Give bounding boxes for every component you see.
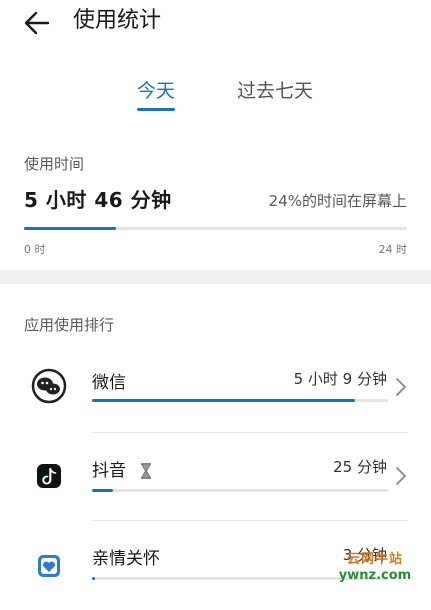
chevron-right-icon [396,467,406,485]
app-usage-fill [92,399,356,402]
row-divider [92,520,408,521]
app-name: 亲情关怀 [92,549,160,569]
tab-past-seven-days[interactable]: 过去七天 [237,78,313,104]
app-usage-time: 5 小时 9 分钟 [293,370,387,388]
tab-indicator [137,108,175,111]
app-usage-track [92,399,388,402]
section-divider [0,270,431,284]
app-usage-fill [92,577,95,580]
family-care-icon [38,555,60,577]
page-title: 使用统计 [73,8,162,33]
ranking-section-label: 应用使用排行 [24,316,115,334]
tab-today[interactable]: 今天 [137,78,175,104]
app-bar: 使用统计 [0,0,431,44]
total-usage-time: 5 小时 46 分钟 [24,188,172,212]
hourglass-icon [141,463,152,479]
screen-time-percent: 24%的时间在屏幕上 [268,192,407,210]
app-name: 抖音 [92,461,126,481]
app-usage-time: 3 分钟 [342,546,387,564]
app-name: 微信 [92,373,126,393]
app-usage-time: 25 分钟 [333,458,387,476]
app-row-family-care[interactable]: 亲情关怀 3 分钟 [0,524,431,610]
back-arrow-icon[interactable] [24,10,50,36]
douyin-icon [37,464,61,488]
axis-end-label: 24 时 [378,243,408,256]
app-usage-fill [92,489,113,492]
usage-progress-fill [24,227,116,230]
axis-start-label: 0 时 [24,243,46,256]
app-usage-track [92,577,388,580]
app-row-douyin[interactable]: 抖音 25 分钟 [0,436,431,522]
app-name-with-limit: 抖音 [92,456,153,481]
row-divider [92,432,408,433]
wechat-icon [31,368,67,404]
usage-progress-track [24,227,407,230]
app-usage-track [92,489,388,492]
app-row-wechat[interactable]: 微信 5 小时 9 分钟 [0,350,431,436]
chevron-right-icon [396,378,406,396]
usage-section-label: 使用时间 [24,155,85,173]
